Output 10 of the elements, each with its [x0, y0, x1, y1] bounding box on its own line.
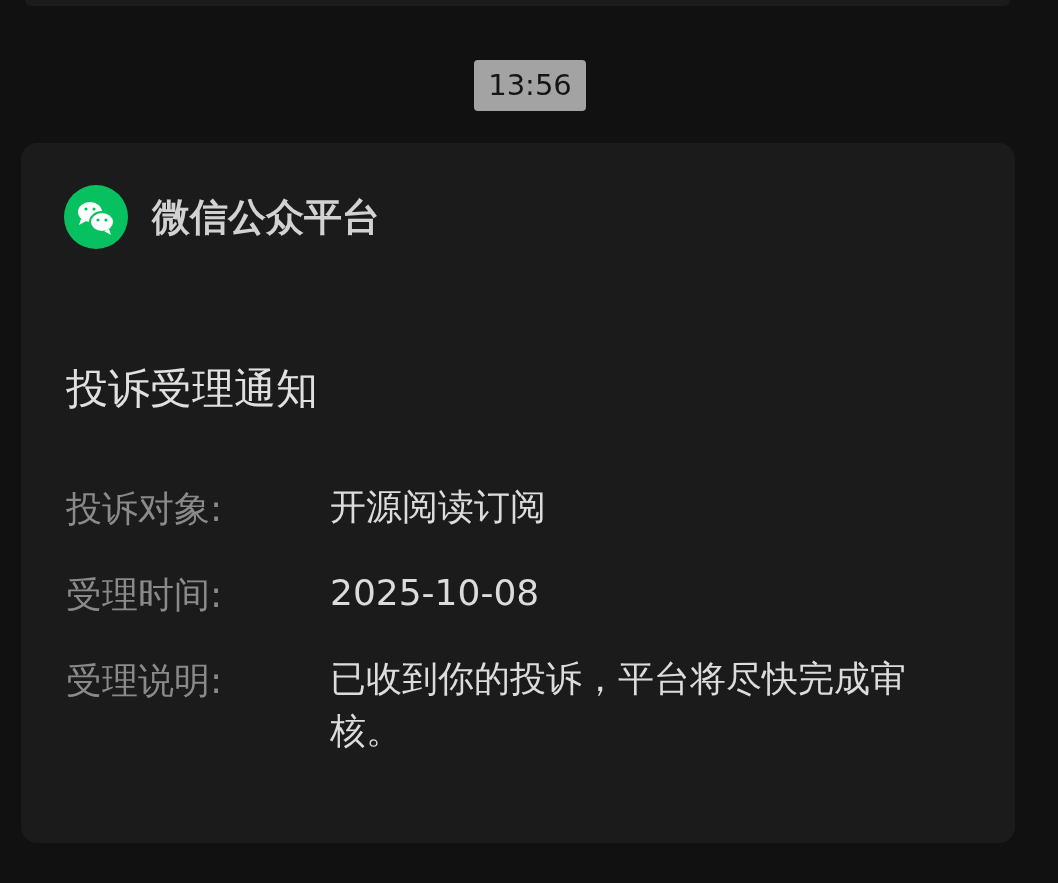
- field-label: 受理说明:: [66, 659, 224, 703]
- field-value: 2025-10-08: [330, 571, 541, 615]
- field-value: 开源阅读订阅: [330, 485, 547, 529]
- field-label: 受理时间:: [66, 573, 224, 617]
- chat-bubbles-logo-icon: [64, 185, 128, 249]
- account-name: 微信公众平台: [152, 194, 380, 241]
- field-label: 投诉对象:: [66, 487, 224, 531]
- field-value: 已收到你的投诉，平台将尽快完成审核。: [330, 657, 907, 753]
- time-stamp: 13:56: [474, 60, 586, 111]
- notice-title: 投诉受理通知: [66, 363, 319, 415]
